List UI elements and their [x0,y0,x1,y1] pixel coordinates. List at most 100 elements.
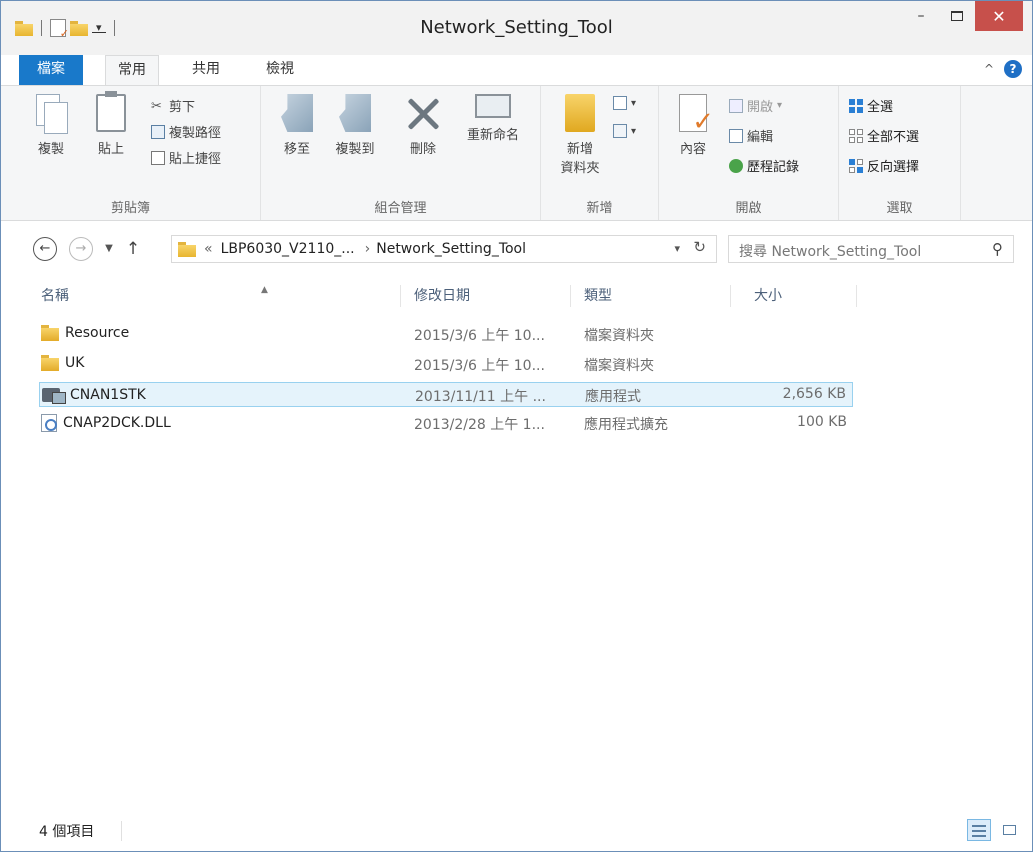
maximize-icon [951,11,963,21]
minimize-button[interactable]: – [903,1,939,31]
details-view-icon [972,835,986,837]
ribbon-tabs: 檔案 常用 共用 檢視 ^ ? [1,55,1032,86]
new-folder-label-line2: 資料夾 [560,161,600,176]
history-button[interactable]: 歷程記錄 [729,156,799,175]
close-button[interactable]: ✕ [975,1,1023,31]
navigation-bar: ← → ▼ ↑ « LBP6030_V2110_... › Network_Se… [1,229,1032,269]
column-header-date[interactable]: 修改日期 [414,285,571,307]
paste-label: 貼上 [97,142,124,157]
history-label: 歷程記錄 [747,160,800,175]
file-row[interactable]: UK 2015/3/6 上午 10... 檔案資料夾 [39,352,853,377]
breadcrumb-chevron-icon[interactable]: › [365,241,371,257]
file-name: Resource [65,325,130,341]
address-overflow[interactable]: « [204,241,213,257]
select-all-button[interactable]: 全選 [849,96,893,115]
rename-button[interactable]: 重新命名 [457,94,529,143]
new-folder-icon [565,94,595,132]
open-button[interactable]: 開啟 ▾ [729,96,782,115]
delete-button[interactable]: 刪除 [401,94,445,157]
copy-path-label: 複製路徑 [169,126,222,141]
open-label: 開啟 [747,100,774,115]
edit-button[interactable]: 編輯 [729,126,773,145]
edit-icon [729,128,743,143]
column-header-type[interactable]: 類型 [584,285,731,307]
paste-shortcut-button[interactable]: 貼上捷徑 [151,148,221,167]
large-icons-view-icon [1003,825,1016,835]
group-new: 新增 資料夾 ▾ ▾ 新增 [541,86,659,220]
copy-to-label: 複製到 [335,142,375,157]
move-to-button[interactable]: 移至 [277,94,317,157]
copy-path-button[interactable]: 複製路徑 [151,122,221,141]
item-count: 4 個項目 [39,824,95,840]
copy-button[interactable]: 複製 [31,94,71,157]
back-button[interactable]: ← [33,237,57,261]
up-button[interactable]: ↑ [121,237,145,261]
search-icon[interactable]: ⚲ [992,240,1003,258]
file-size: 2,656 KB [782,386,846,402]
file-size: 100 KB [797,414,847,430]
file-row[interactable]: Resource 2015/3/6 上午 10... 檔案資料夾 [39,322,853,347]
paste-shortcut-icon [151,150,165,165]
file-type: 檔案資料夾 [584,358,654,374]
tab-file[interactable]: 檔案 [19,55,83,85]
file-row-selected[interactable]: CNAN1STK 2013/11/11 上午 ... 應用程式 2,656 KB [39,382,853,407]
copy-icon [36,94,68,134]
refresh-icon[interactable]: ↻ [693,238,706,256]
new-folder-button[interactable]: 新增 資料夾 [555,94,605,176]
group-label-open: 開啟 [735,201,762,216]
file-type: 應用程式擴充 [584,417,668,433]
breadcrumb-current[interactable]: Network_Setting_Tool [376,241,526,257]
address-bar[interactable]: « LBP6030_V2110_... › Network_Setting_To… [171,235,717,263]
edit-label: 編輯 [747,130,774,145]
recent-locations-icon[interactable]: ▼ [97,237,121,261]
tab-view[interactable]: 檢視 [253,55,307,85]
paste-icon [96,91,126,132]
details-view-button[interactable] [967,819,991,841]
column-header-name[interactable]: 名稱 ▲ [41,285,401,307]
file-name: CNAN1STK [70,387,146,403]
properties-button[interactable]: 內容 [673,94,714,157]
dll-icon [41,414,57,432]
search-input[interactable]: 搜尋 Network_Setting_Tool ⚲ [728,235,1014,263]
easy-access-button[interactable]: ▾ [613,124,636,138]
explorer-window: ▾ Network_Setting_Tool – ✕ 檔案 常用 共用 檢視 ^… [0,0,1033,852]
maximize-button[interactable] [939,1,975,31]
delete-label: 刪除 [409,142,436,157]
forward-button[interactable]: → [69,237,93,261]
group-label-organize: 組合管理 [374,201,427,216]
file-type: 檔案資料夾 [584,328,654,344]
folder-icon [178,241,196,257]
breadcrumb-parent[interactable]: LBP6030_V2110_... [221,241,355,257]
select-none-button[interactable]: 全部不選 [849,126,919,145]
file-type: 應用程式 [585,389,641,405]
group-label-new: 新增 [586,201,613,216]
file-name: CNAP2DCK.DLL [63,415,171,431]
new-item-button[interactable]: ▾ [613,96,636,110]
file-name-cell: UK [41,355,84,371]
copy-to-button[interactable]: 複製到 [329,94,381,157]
help-icon[interactable]: ? [1004,60,1022,78]
large-icons-view-button[interactable] [997,819,1021,841]
column-header-size[interactable]: 大小 [754,285,857,307]
status-bar: 4 個項目 [1,813,1032,851]
tab-home[interactable]: 常用 [105,55,159,86]
group-open: 內容 開啟 ▾ 編輯 歷程記錄 開啟 [659,86,839,220]
invert-selection-button[interactable]: 反向選擇 [849,156,919,175]
delete-icon [405,94,441,132]
paste-button[interactable]: 貼上 [91,91,131,157]
tab-share[interactable]: 共用 [179,55,233,85]
search-placeholder: 搜尋 Network_Setting_Tool [739,244,922,260]
properties-icon [679,94,714,137]
invert-selection-label: 反向選擇 [867,160,920,175]
minimize-ribbon-icon[interactable]: ^ [984,62,994,76]
file-row[interactable]: CNAP2DCK.DLL 2013/2/28 上午 1... 應用程式擴充 10… [39,411,853,436]
group-label-clipboard: 剪貼簿 [110,201,150,216]
folder-icon [41,355,59,371]
application-icon [42,386,66,404]
column-name-label: 名稱 [41,288,69,304]
new-item-dropdown-icon: ▾ [631,97,637,109]
cut-button[interactable]: ✂ 剪下 [151,96,195,116]
details-view-icon [972,825,986,827]
address-dropdown-icon[interactable]: ▾ [674,242,680,255]
file-date: 2013/2/28 上午 1... [414,417,545,433]
